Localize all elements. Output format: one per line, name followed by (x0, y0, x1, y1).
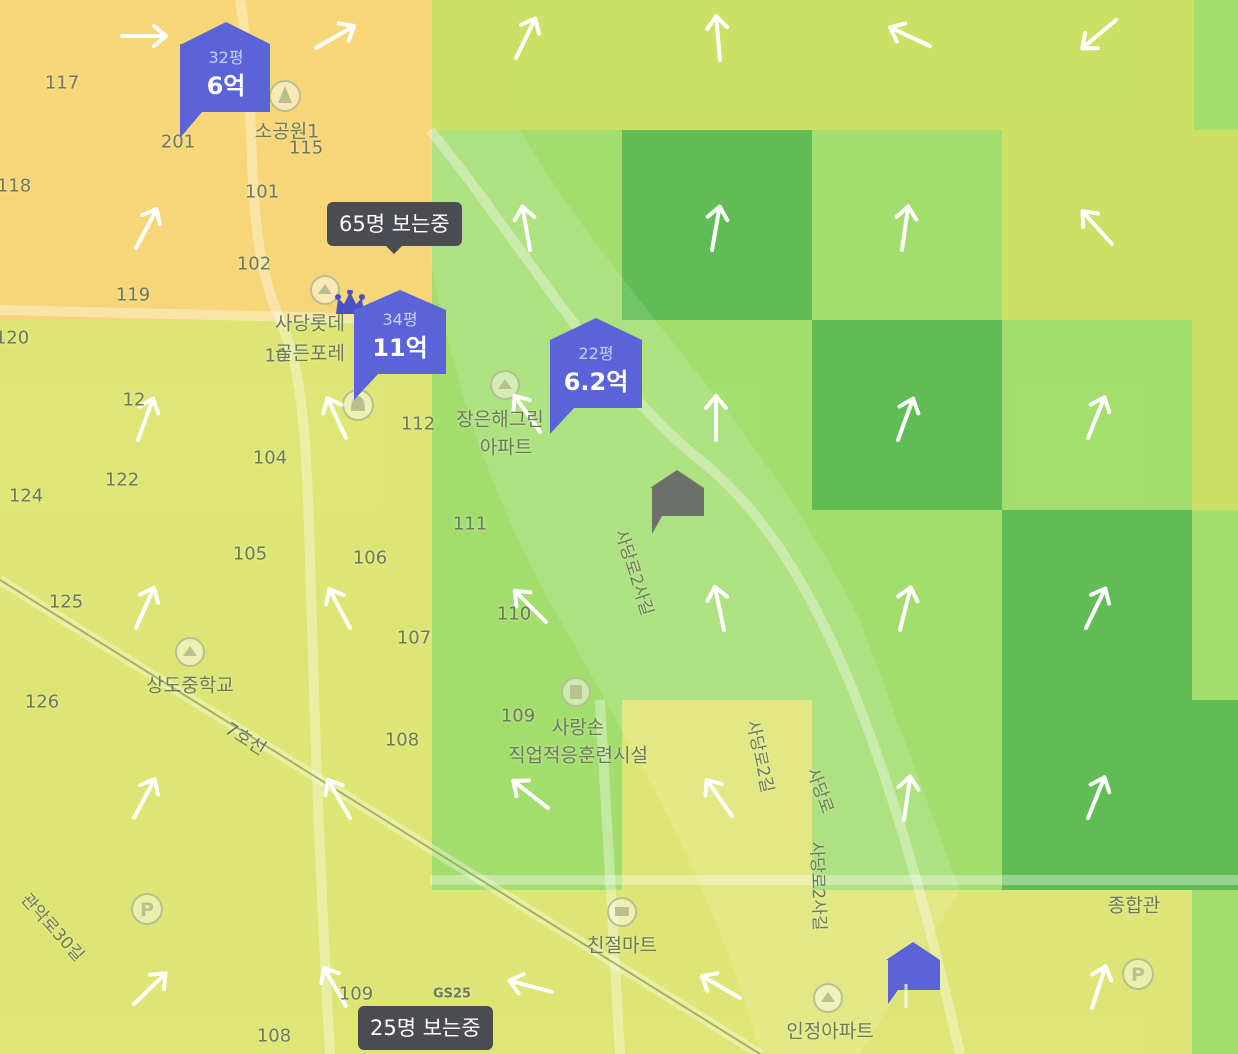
facility-label: 직업적응훈련시설 (508, 744, 648, 767)
map-base[interactable]: P P (0, 0, 1238, 1054)
building-number-label: 108 (256, 1025, 292, 1047)
tooltip-pointer (386, 246, 403, 254)
parking-icon[interactable]: P (131, 893, 163, 925)
building-icon[interactable] (561, 677, 591, 707)
apartment-icon[interactable] (813, 983, 843, 1013)
house-gray-icon[interactable] (648, 470, 706, 534)
facility-label: 사랑손 (551, 716, 605, 739)
marker-area: 32평 (208, 48, 244, 67)
building-number-label: 104 (252, 447, 288, 469)
road-label: 사당로2사길 (805, 841, 830, 931)
marker-price: 11억 (372, 334, 428, 362)
building-number-label: 111 (452, 513, 488, 535)
building-number-label: 107 (396, 627, 432, 649)
viewer-count-tooltip: 25명 보는중 (358, 1006, 493, 1050)
parking-icon[interactable]: P (1122, 958, 1154, 990)
marker-area: 22평 (578, 344, 614, 363)
building-number-label: 120 (0, 327, 30, 349)
building-number-label: 110 (496, 603, 532, 625)
apartment-icon[interactable] (175, 637, 205, 667)
building-number-label: 125 (48, 591, 84, 613)
viewer-count-tooltip: 65명 보는중 (327, 202, 462, 254)
building-number-label: 102 (236, 253, 272, 275)
building-number-label: 109 (500, 705, 536, 727)
house-blue-icon[interactable] (884, 942, 942, 1008)
building-number-label: 118 (0, 175, 32, 197)
convenience-store-label: GS25 (432, 986, 472, 1002)
building-number-label: 119 (115, 284, 151, 306)
price-marker[interactable]: 22평 6.2억 (546, 318, 646, 434)
marker-area: 34평 (382, 310, 418, 329)
facility-label: 종합관 (1107, 894, 1161, 917)
building-number-label: 126 (24, 691, 60, 713)
apartment-name-label: 인정아파트 (786, 1020, 874, 1043)
building-number-label: 122 (104, 469, 140, 491)
svg-text:P: P (1131, 964, 1145, 986)
marker-price: 6.2억 (563, 368, 629, 396)
building-number-label: 109 (338, 983, 374, 1005)
building-number-label: 112 (400, 413, 436, 435)
viewer-count-text: 25명 보는중 (370, 1016, 481, 1040)
building-number-label: 106 (352, 547, 388, 569)
viewer-count-text: 65명 보는중 (339, 212, 450, 236)
school-label: 상도중학교 (146, 674, 234, 697)
building-number-label: 12 (122, 389, 146, 411)
apartment-name-label: 아파트 (479, 436, 533, 459)
price-marker-featured[interactable]: 34평 11억 (335, 290, 450, 406)
apartment-name-label: 골든포레 (275, 342, 345, 365)
svg-text:P: P (140, 899, 154, 921)
price-marker[interactable]: 32평 6억 (176, 22, 276, 138)
building-number-label: 124 (8, 485, 44, 507)
store-label: 친절마트 (587, 934, 657, 957)
building-number-label: 117 (44, 72, 80, 94)
building-number-label: 101 (244, 181, 280, 203)
building-number-label: 105 (232, 543, 268, 565)
map-view[interactable]: P P 117 118 119 120 201 115 101 102 10 1… (0, 0, 1238, 1054)
shopping-cart-icon[interactable] (607, 897, 637, 927)
marker-price: 6억 (206, 72, 246, 100)
building-number-label: 108 (384, 729, 420, 751)
apartment-name-label: 장은해그린 (456, 408, 544, 431)
